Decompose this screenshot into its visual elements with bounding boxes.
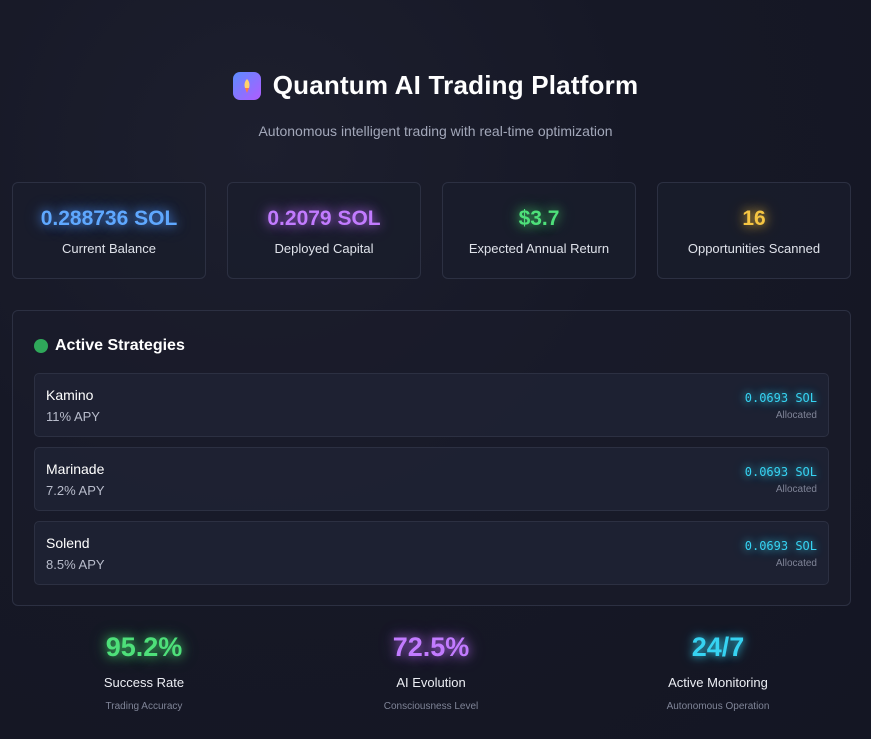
stat-label: Opportunities Scanned [687, 241, 821, 256]
strategy-amount: 0.0693 SOL [744, 465, 817, 479]
metric-sublabel: Autonomous Operation [666, 701, 770, 712]
strategy-allocation: 0.0693 SOL Allocated [745, 387, 817, 436]
page-header: Quantum AI Trading Platform Autonomous i… [0, 70, 871, 139]
strategy-info: Kamino 11% APY [46, 387, 100, 436]
stat-value: 16 [742, 207, 766, 230]
stat-value: 0.288736 SOL [40, 207, 178, 230]
status-dot-icon [34, 339, 48, 353]
stat-card-expected-return: $3.7 Expected Annual Return [442, 182, 636, 279]
strategy-item-solend[interactable]: Solend 8.5% APY 0.0693 SOL Allocated [34, 521, 829, 585]
strategy-name: Marinade [46, 461, 105, 477]
metric-sublabel: Trading Accuracy [105, 701, 183, 712]
metric-label: AI Evolution [396, 675, 466, 690]
stat-card-opportunities: 16 Opportunities Scanned [657, 182, 851, 279]
stat-label: Current Balance [62, 241, 156, 256]
metric-ai-evolution: 72.5% AI Evolution Consciousness Level [331, 632, 531, 712]
strategy-allocation: 0.0693 SOL Allocated [745, 461, 817, 510]
strategy-info: Marinade 7.2% APY [46, 461, 105, 510]
strategy-apy: 11% APY [46, 409, 100, 424]
metric-success-rate: 95.2% Success Rate Trading Accuracy [44, 632, 244, 712]
strategy-name: Solend [46, 535, 90, 551]
stats-row: 0.288736 SOL Current Balance 0.2079 SOL … [12, 182, 851, 279]
strategy-allocated-label: Allocated [775, 484, 817, 495]
strategy-apy: 8.5% APY [46, 557, 105, 572]
strategy-amount: 0.0693 SOL [744, 391, 817, 405]
strategy-item-marinade[interactable]: Marinade 7.2% APY 0.0693 SOL Allocated [34, 447, 829, 511]
strategy-amount: 0.0693 SOL [744, 539, 817, 553]
active-strategies-panel: Active Strategies Kamino 11% APY 0.0693 … [12, 310, 851, 606]
strategy-name: Kamino [46, 387, 94, 403]
page-title: Quantum AI Trading Platform [272, 70, 639, 100]
metric-value: 72.5% [392, 632, 470, 662]
metric-value: 95.2% [105, 632, 183, 662]
strategy-apy: 7.2% APY [46, 483, 105, 498]
stat-card-deployed-capital: 0.2079 SOL Deployed Capital [227, 182, 421, 279]
metric-active-monitoring: 24/7 Active Monitoring Autonomous Operat… [618, 632, 818, 712]
strategies-title: Active Strategies [55, 337, 185, 354]
strategy-allocation: 0.0693 SOL Allocated [745, 535, 817, 584]
stat-card-current-balance: 0.288736 SOL Current Balance [12, 182, 206, 279]
strategy-info: Solend 8.5% APY [46, 535, 105, 584]
metric-label: Active Monitoring [668, 675, 768, 690]
strategies-header: Active Strategies [34, 337, 829, 355]
metric-value: 24/7 [691, 632, 745, 662]
metric-sublabel: Consciousness Level [383, 701, 479, 712]
strategy-item-kamino[interactable]: Kamino 11% APY 0.0693 SOL Allocated [34, 373, 829, 437]
stat-label: Expected Annual Return [468, 241, 610, 256]
strategy-allocated-label: Allocated [775, 410, 817, 421]
stat-value: 0.2079 SOL [267, 207, 381, 230]
title-row: Quantum AI Trading Platform [0, 70, 871, 101]
page-subtitle: Autonomous intelligent trading with real… [258, 123, 613, 139]
rocket-icon [232, 71, 261, 100]
strategy-list: Kamino 11% APY 0.0693 SOL Allocated Mari… [34, 373, 829, 585]
strategy-allocated-label: Allocated [775, 558, 817, 569]
stat-value: $3.7 [518, 207, 560, 230]
stat-label: Deployed Capital [274, 241, 374, 256]
metric-label: Success Rate [103, 675, 185, 690]
